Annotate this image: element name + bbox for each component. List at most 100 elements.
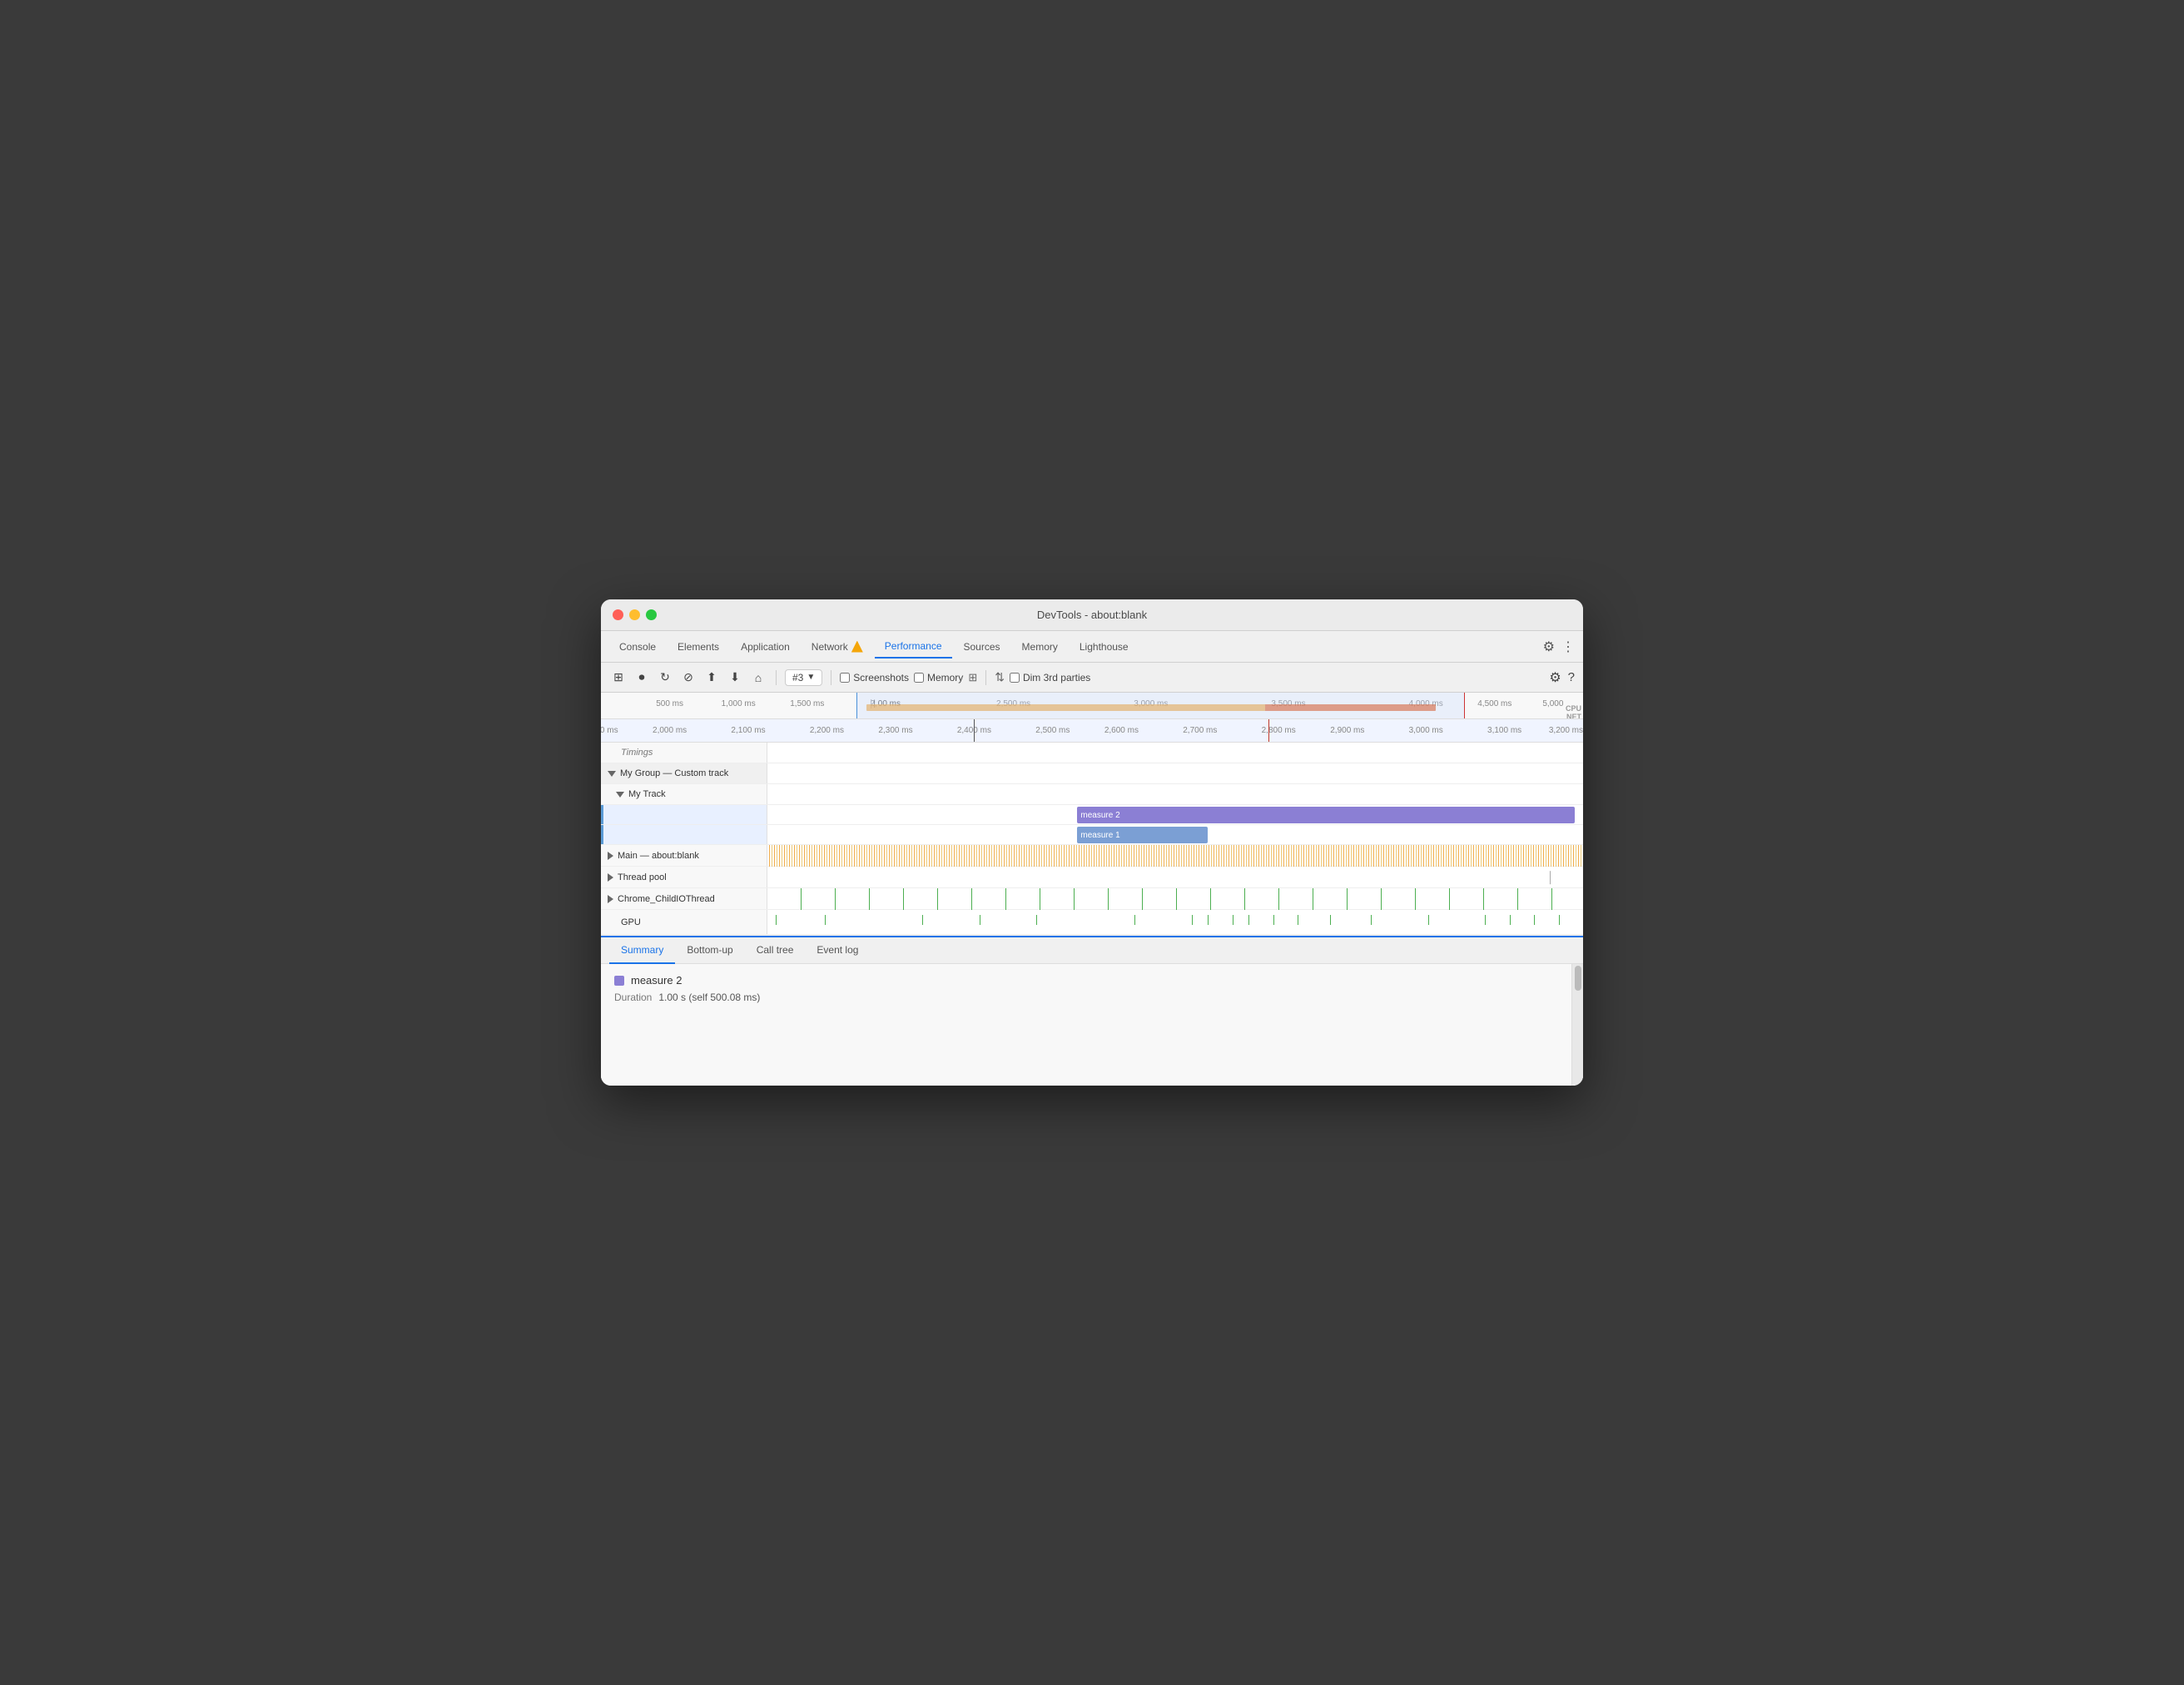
timings-content[interactable] <box>767 743 1583 763</box>
mytrack-content[interactable] <box>767 784 1583 804</box>
main-text: Main — about:blank <box>618 851 699 861</box>
tab-console[interactable]: Console <box>609 636 666 658</box>
recording-selector[interactable]: #3 ▼ <box>785 669 822 686</box>
dim3rd-checkbox[interactable] <box>1010 673 1020 683</box>
timings-text: Timings <box>608 748 653 758</box>
measure2-label: measure 2 <box>1080 811 1119 820</box>
tab-performance[interactable]: Performance <box>875 635 952 659</box>
track-mytrack: My Track <box>601 784 1583 805</box>
memory-checkbox-group: Memory <box>914 672 963 683</box>
maximize-button[interactable] <box>646 609 657 620</box>
settings-icon[interactable]: ⚙ <box>1543 639 1555 655</box>
toolbar-separator-1 <box>776 670 777 685</box>
help-icon[interactable]: ? <box>1568 670 1575 684</box>
sr-2200: 2,200 ms <box>810 726 844 735</box>
tab-elements[interactable]: Elements <box>668 636 729 658</box>
tab-application[interactable]: Application <box>731 636 800 658</box>
panel-toggle-btn[interactable]: ⊞ <box>609 669 628 687</box>
measure1-bar[interactable]: measure 1 <box>1077 827 1208 843</box>
track-measure2-row: measure 2 <box>601 805 1583 825</box>
bottom-content: measure 2 Duration 1.00 s (self 500.08 m… <box>601 964 1571 1086</box>
warning-icon <box>851 641 863 653</box>
gpu-tick-15 <box>1428 915 1429 925</box>
threadpool-text: Thread pool <box>618 872 667 882</box>
sr-1900: 1,900 ms <box>601 726 618 735</box>
tab-lighthouse[interactable]: Lighthouse <box>1070 636 1139 658</box>
close-button[interactable] <box>613 609 623 620</box>
tab-network[interactable]: Network <box>802 636 873 658</box>
bottom-scrollbar[interactable] <box>1571 964 1583 1086</box>
cpu-bar-overview <box>866 704 1436 711</box>
tab-memory[interactable]: Memory <box>1012 636 1068 658</box>
settings2-icon[interactable]: ⚙ <box>1549 669 1561 686</box>
memory-checkbox[interactable] <box>914 673 924 683</box>
gpu-tick-14 <box>1371 915 1372 925</box>
net-ruler-label: NET <box>1566 713 1581 719</box>
gpu-tick-6 <box>1134 915 1135 925</box>
gpu-text: GPU <box>608 917 641 927</box>
measure1-content[interactable]: measure 1 <box>767 825 1583 845</box>
tracks-wrapper: Timings My Group — Custom track My Track <box>601 743 1583 936</box>
ruler-label-5000: 5,000 <box>1542 699 1563 708</box>
devtools-right-icons: ⚙ ⋮ <box>1543 639 1575 655</box>
tab-calltree[interactable]: Call tree <box>745 937 806 964</box>
mytrack-label[interactable]: My Track <box>601 784 767 804</box>
sr-3100: 3,100 ms <box>1487 726 1521 735</box>
selected-ruler[interactable]: 1,900 ms 2,000 ms 2,100 ms 2,200 ms 2,30… <box>601 719 1583 743</box>
mygroup-text: My Group — Custom track <box>620 768 728 778</box>
threadpool-content[interactable] <box>767 867 1583 888</box>
chrome-child-content[interactable] <box>767 888 1583 910</box>
dim3rd-label: Dim 3rd parties <box>1023 672 1090 683</box>
reload-record-btn[interactable]: ↻ <box>656 669 674 687</box>
chrome-child-label[interactable]: Chrome_ChildIOThread <box>601 888 767 909</box>
recording-label: #3 <box>792 672 803 683</box>
gpu-tick-19 <box>1559 915 1560 925</box>
tab-eventlog[interactable]: Event log <box>805 937 870 964</box>
duration-row: Duration 1.00 s (self 500.08 ms) <box>614 992 1558 1003</box>
tab-summary[interactable]: Summary <box>609 937 675 964</box>
ruler-label-500: 500 ms <box>656 699 683 708</box>
more-icon[interactable]: ⋮ <box>1561 639 1575 655</box>
tab-sources[interactable]: Sources <box>954 636 1010 658</box>
gpu-content[interactable] <box>767 910 1583 935</box>
mygroup-content[interactable] <box>767 763 1583 783</box>
chrome-child-arrow <box>608 895 613 903</box>
minimize-button[interactable] <box>629 609 640 620</box>
tab-bottomup[interactable]: Bottom-up <box>675 937 744 964</box>
measure2-bar[interactable]: measure 2 <box>1077 807 1575 823</box>
threadpool-label[interactable]: Thread pool <box>601 867 767 887</box>
gpu-tick-2 <box>825 915 826 925</box>
record-btn[interactable]: ⏺ <box>633 669 651 687</box>
sr-2400: 2,400 ms <box>957 726 991 735</box>
performance-toolbar: ⊞ ⏺ ↻ ⊘ ⬆ ⬇ ⌂ #3 ▼ Screenshots Memory ⊞ … <box>601 663 1583 693</box>
gpu-tick-1 <box>776 915 777 925</box>
sr-2500: 2,500 ms <box>1035 726 1070 735</box>
gpu-tick-3 <box>922 915 923 925</box>
clear-btn[interactable]: ⊘ <box>679 669 697 687</box>
gpu-label[interactable]: GPU <box>601 910 767 934</box>
measure2-row-label <box>601 805 767 824</box>
download-btn[interactable]: ⬇ <box>726 669 744 687</box>
track-measure1-row: measure 1 <box>601 825 1583 845</box>
threadpool-line <box>1550 871 1551 884</box>
bottom-tabs: Summary Bottom-up Call tree Event log <box>601 937 1583 964</box>
track-threadpool: Thread pool <box>601 867 1583 888</box>
track-mygroup: My Group — Custom track <box>601 763 1583 784</box>
home-btn[interactable]: ⌂ <box>749 669 767 687</box>
toolbar-right-icons: ⚙ ? <box>1549 669 1575 686</box>
screenshots-checkbox[interactable] <box>840 673 850 683</box>
screenshots-label: Screenshots <box>853 672 909 683</box>
ruler-label-4500: 4,500 ms <box>1477 699 1511 708</box>
bottom-scrollbar-thumb[interactable] <box>1575 966 1581 991</box>
main-label[interactable]: Main — about:blank <box>601 845 767 866</box>
gpu-tick-18 <box>1534 915 1535 925</box>
measure1-label: measure 1 <box>1080 831 1119 840</box>
top-ruler[interactable]: 500 ms 1,000 ms 1,500 ms 2,0 | 00 ms 2,5… <box>601 693 1583 719</box>
mygroup-label[interactable]: My Group — Custom track <box>601 763 767 783</box>
ruler-label-1000: 1,000 ms <box>722 699 756 708</box>
upload-btn[interactable]: ⬆ <box>702 669 721 687</box>
measure2-content[interactable]: measure 2 <box>767 805 1583 825</box>
main-content[interactable] <box>767 845 1583 867</box>
recording-dropdown-icon: ▼ <box>807 673 815 682</box>
track-gpu: GPU <box>601 910 1583 935</box>
